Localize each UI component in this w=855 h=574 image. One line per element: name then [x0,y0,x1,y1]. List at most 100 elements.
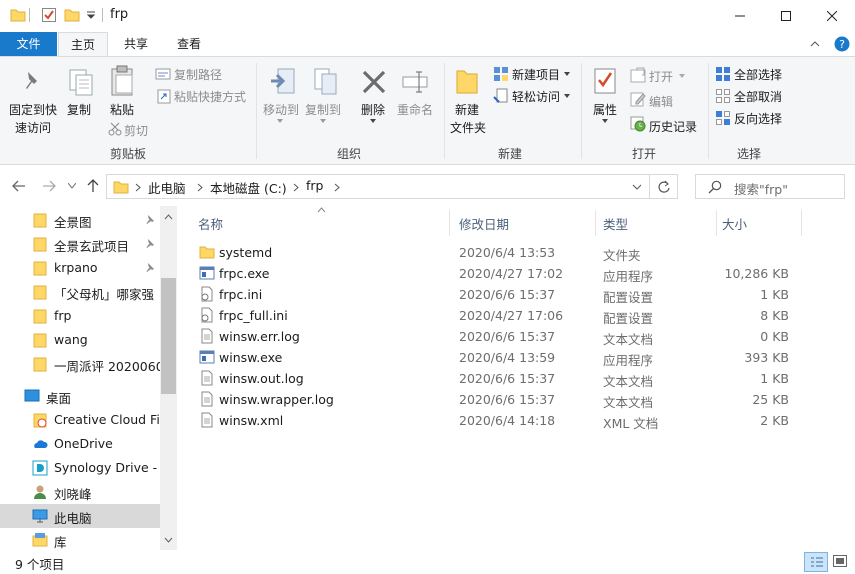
nav-item-desktop[interactable]: 桌面 [0,384,160,408]
maximize-button[interactable] [763,0,809,32]
collapse-ribbon-icon[interactable] [809,38,821,50]
breadcrumb-separator-icon[interactable] [334,183,340,192]
nav-item-this-pc[interactable]: 此电脑 [0,504,160,528]
table-row[interactable]: winsw.exe 2020/6/4 13:59 应用程序 393 KB [190,347,802,368]
breadcrumb-this-pc[interactable]: 此电脑 [148,178,186,197]
table-row[interactable]: winsw.out.log 2020/6/6 15:37 文本文档 1 KB [190,368,802,389]
invert-selection-button[interactable]: 反向选择 [734,110,782,127]
column-header-name[interactable]: 名称 [198,214,223,233]
clipboard-group-label: 剪贴板 [110,147,147,161]
pin-icon[interactable] [145,238,155,248]
select-all-icon [715,66,731,82]
large-icons-view-icon [832,553,848,569]
breadcrumb-separator-icon[interactable] [293,183,299,192]
properties-check-icon[interactable] [41,7,57,25]
open-button[interactable]: 打开 [649,68,673,85]
help-icon[interactable]: ? [834,36,850,52]
edit-button[interactable]: 编辑 [649,93,673,110]
nav-item-synology[interactable]: Synology Drive - D [0,456,160,480]
nav-item-label: 刘晓峰 [54,487,92,502]
nav-item-quick-access[interactable]: 「父母机」哪家强 [0,280,160,304]
new-folder-icon[interactable] [64,7,80,25]
nav-item-library[interactable]: 库 [0,528,160,550]
table-row[interactable]: frpc_full.ini 2020/4/27 17:06 配置设置 8 KB [190,305,802,326]
nav-item-creative-cloud[interactable]: Creative Cloud Files [0,408,160,432]
select-none-icon [715,88,731,104]
select-none-button[interactable]: 全部取消 [734,88,782,105]
breadcrumb-local-disk[interactable]: 本地磁盘 (C:) [210,178,287,197]
minimize-button[interactable] [717,0,763,32]
tab-file[interactable]: 文件 [0,32,57,56]
search-input[interactable]: 搜索"frp" [695,174,845,199]
paste-shortcut-button[interactable]: 粘贴快捷方式 [174,88,246,105]
copy-path-button[interactable]: 复制路径 [174,66,222,83]
table-row[interactable]: winsw.wrapper.log 2020/6/6 15:37 文本文档 25… [190,389,802,410]
file-name: winsw.xml [219,413,284,428]
forward-arrow-icon[interactable] [42,180,56,192]
nav-item-quick-access[interactable]: krpano [0,256,160,280]
close-button[interactable] [809,0,855,32]
copy-to-button[interactable]: 复制到 [305,101,341,118]
nav-item-quick-access[interactable]: 全景图 [0,208,160,232]
table-row[interactable]: winsw.xml 2020/6/4 14:18 XML 文档 2 KB [190,410,802,431]
quick-access-dropdown-icon[interactable] [86,10,96,28]
scroll-up-icon[interactable] [164,214,173,220]
column-header-date[interactable]: 修改日期 [459,214,509,233]
cut-icon [108,122,122,136]
maximize-icon [781,11,791,21]
nav-item-quick-access[interactable]: wang [0,328,160,352]
back-arrow-icon[interactable] [12,180,26,192]
scroll-down-icon[interactable] [164,537,173,543]
pin-to-quick-access-label-1[interactable]: 固定到快 [9,101,57,118]
properties-button[interactable]: 属性 [593,101,617,118]
nav-item-quick-access[interactable]: 一周派评 20200607 [0,352,160,376]
rename-button[interactable]: 重命名 [397,101,433,118]
breadcrumb-separator-icon[interactable] [135,183,141,192]
paste-icon [110,65,136,97]
copy-button[interactable]: 复制 [67,101,91,118]
scrollbar-thumb[interactable] [161,278,176,394]
easy-access-button[interactable]: 轻松访问 [512,88,560,105]
nav-item-label: 桌面 [46,391,72,406]
file-type: 文本文档 [603,332,654,347]
address-bar[interactable]: 此电脑 本地磁盘 (C:) frp [106,174,650,199]
pin-to-quick-access-label-2[interactable]: 速访问 [15,119,51,136]
large-icons-view-button[interactable] [832,553,848,569]
table-row[interactable]: frpc.ini 2020/6/6 15:37 配置设置 1 KB [190,284,802,305]
move-to-button[interactable]: 移动到 [263,101,299,118]
cut-button[interactable]: 剪切 [124,122,148,139]
clipboard-group: 固定到快 速访问 复制 粘贴 复制路径 粘贴快捷方式 剪切 剪贴板 [0,57,246,165]
tab-home[interactable]: 主页 [58,32,108,57]
svg-text:?: ? [839,38,845,51]
nav-item-onedrive[interactable]: OneDrive [0,432,160,456]
nav-item-label: krpano [54,260,98,275]
refresh-button[interactable] [650,174,678,199]
nav-item-quick-access[interactable]: frp [0,304,160,328]
history-button[interactable]: 历史记录 [649,118,697,135]
new-item-button[interactable]: 新建项目 [512,66,560,83]
address-history-chevron-icon[interactable] [632,184,642,190]
new-folder-label-2[interactable]: 文件夹 [450,119,486,136]
table-row[interactable]: frpc.exe 2020/4/27 17:02 应用程序 10,286 KB [190,263,802,284]
table-row[interactable]: winsw.err.log 2020/6/6 15:37 文本文档 0 KB [190,326,802,347]
details-view-button[interactable] [804,552,828,572]
tab-view[interactable]: 查看 [164,32,214,56]
breadcrumb-frp[interactable]: frp [306,178,323,193]
breadcrumb-separator-icon[interactable] [197,183,203,192]
tab-share[interactable]: 共享 [112,32,160,56]
delete-button[interactable]: 删除 [361,101,385,118]
nav-item-quick-access[interactable]: 全景玄武项目 [0,232,160,256]
select-all-button[interactable]: 全部选择 [734,66,782,83]
nav-scrollbar[interactable] [160,206,177,550]
pin-icon[interactable] [145,214,155,224]
file-name: systemd [219,245,273,260]
column-header-size[interactable]: 大小 [722,214,747,233]
recent-locations-chevron-icon[interactable] [68,183,76,189]
nav-item-user[interactable]: 刘晓峰 [0,480,160,504]
pin-icon[interactable] [145,262,155,272]
column-header-type[interactable]: 类型 [603,214,628,233]
table-row[interactable]: systemd 2020/6/4 13:53 文件夹 [190,242,802,263]
paste-button[interactable]: 粘贴 [110,101,134,118]
up-arrow-icon[interactable] [87,179,99,193]
new-folder-label-1[interactable]: 新建 [455,101,479,118]
